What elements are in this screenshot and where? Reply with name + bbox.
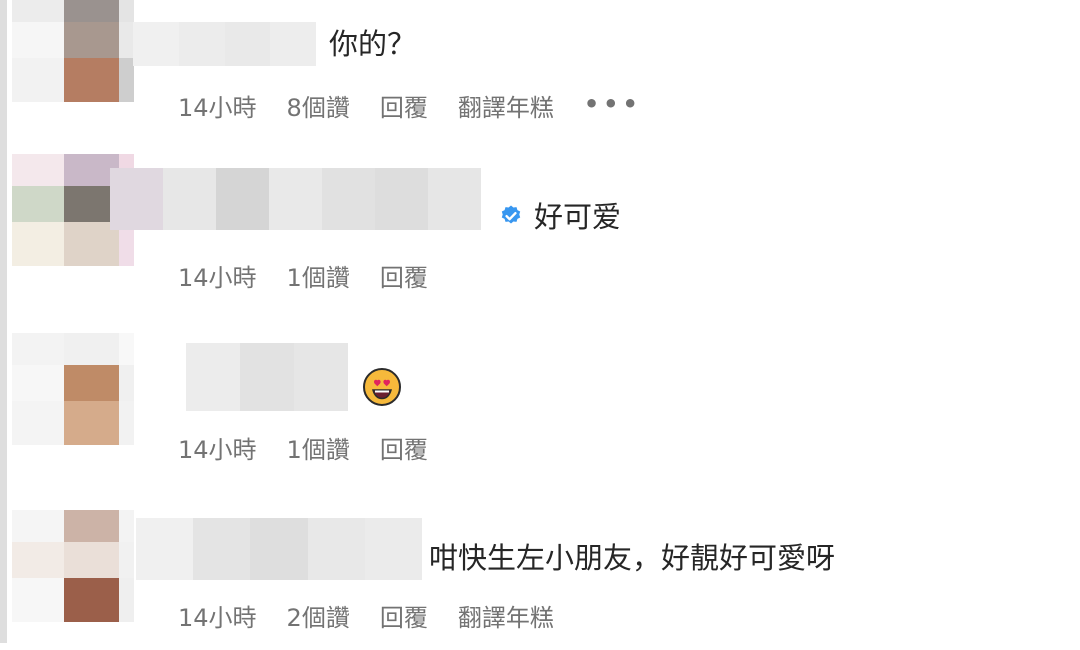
likes-count[interactable]: 1個讚 — [287, 263, 350, 293]
reply-button[interactable]: 回覆 — [380, 93, 428, 123]
likes-count[interactable]: 8個讚 — [287, 93, 350, 123]
timestamp: 14小時 — [178, 436, 257, 464]
comment-text: 咁快生左小朋友，好靚好可愛呀 — [429, 541, 836, 575]
likes-count[interactable]: 2個讚 — [287, 603, 350, 633]
comment-meta: 14小時 8個讚 回覆 翻譯年糕 ••• — [178, 90, 642, 123]
avatar[interactable] — [12, 510, 134, 622]
comment-item: 咁快生左小朋友，好靚好可愛呀 14小時 2個讚 回覆 翻譯年糕 — [0, 490, 1080, 650]
reply-button[interactable]: 回覆 — [380, 435, 428, 465]
comment-item: 14小時 1個讚 回覆 — [0, 325, 1080, 485]
comment-meta: 14小時 2個讚 回覆 翻譯年糕 — [178, 603, 554, 633]
username-blurred[interactable] — [186, 343, 348, 411]
timestamp: 14小時 — [178, 604, 257, 632]
comment-meta: 14小時 1個讚 回覆 — [178, 435, 428, 465]
reply-button[interactable]: 回覆 — [380, 263, 428, 293]
username-blurred[interactable] — [136, 518, 422, 580]
comment-meta: 14小時 1個讚 回覆 — [178, 263, 428, 293]
verified-badge-icon — [501, 205, 521, 224]
reply-button[interactable]: 回覆 — [380, 603, 428, 633]
comment-item: 好可爱 14小時 1個讚 回覆 — [0, 150, 1080, 310]
username-blurred[interactable] — [133, 22, 316, 66]
comment-text: 好可爱 — [534, 200, 622, 234]
timestamp: 14小時 — [178, 94, 257, 122]
translate-button[interactable]: 翻譯年糕 — [458, 93, 554, 123]
avatar[interactable] — [12, 333, 134, 445]
more-options-icon[interactable]: ••• — [584, 89, 642, 119]
translate-button[interactable]: 翻譯年糕 — [458, 603, 554, 633]
likes-count[interactable]: 1個讚 — [287, 435, 350, 465]
avatar[interactable] — [12, 0, 134, 102]
timestamp: 14小時 — [178, 264, 257, 292]
comment-item: 你的？ 14小時 8個讚 回覆 翻譯年糕 ••• — [0, 0, 1080, 160]
heart-eyes-emoji-icon — [363, 368, 401, 406]
comment-text: 你的？ — [329, 27, 417, 61]
username-blurred[interactable] — [110, 168, 481, 230]
